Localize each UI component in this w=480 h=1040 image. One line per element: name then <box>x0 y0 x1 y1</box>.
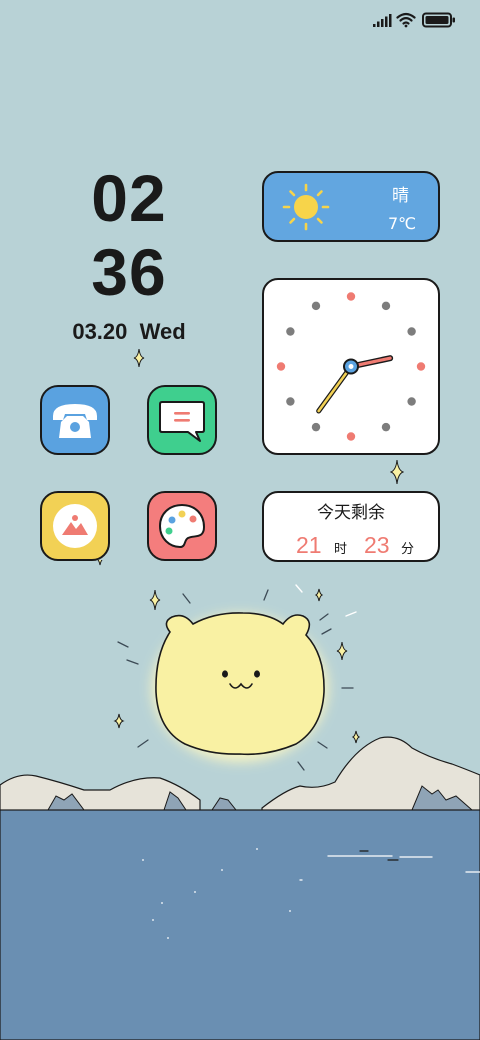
clock-hour-marker <box>381 422 391 432</box>
clock-hour-marker <box>311 422 321 432</box>
countdown-hours-unit: 时 <box>334 542 348 557</box>
clock-hour-marker <box>286 397 295 406</box>
countdown-minutes-unit: 分 <box>401 542 415 557</box>
weather-temperature: 7℃ <box>388 214 417 233</box>
clock-hour[interactable]: 02 <box>40 165 218 231</box>
battery-icon <box>422 12 455 28</box>
clock-hour-marker <box>416 362 426 371</box>
themes-app-button[interactable] <box>147 491 217 561</box>
clock-hour-marker <box>381 301 391 311</box>
date-text: 03.20 <box>72 319 128 344</box>
sparkle-decoration <box>133 348 145 368</box>
wifi-icon <box>396 12 416 28</box>
minute-hand-fill <box>317 365 353 413</box>
clock-hour-marker <box>407 327 416 336</box>
weekday-text: Wed <box>139 319 186 344</box>
analog-clock-face <box>276 292 426 441</box>
sea <box>0 809 480 1040</box>
date-display[interactable]: 03.20 Wed <box>40 319 218 345</box>
countdown-minutes: 23 <box>364 532 390 558</box>
clock-hour-marker <box>286 327 295 336</box>
sparkle-decoration <box>390 459 404 485</box>
clock-hour-marker <box>346 432 356 441</box>
phone-app-button[interactable] <box>40 385 110 455</box>
clock-hour-marker <box>407 397 416 406</box>
clock-center-dot <box>348 364 354 369</box>
bear-sun <box>155 612 325 756</box>
gallery-icon <box>53 504 97 548</box>
countdown-title: 今天剩余 <box>317 503 385 523</box>
phone-icon <box>53 404 97 438</box>
clock-hour-marker <box>311 301 321 311</box>
countdown-widget[interactable]: 今天剩余 21 时 23 分 <box>262 491 440 562</box>
clock-hour-marker <box>276 362 286 371</box>
clock-hour-marker <box>346 292 356 301</box>
sun-icon <box>282 183 330 231</box>
weather-condition: 晴 <box>392 186 409 206</box>
wallpaper-scene <box>0 560 480 1040</box>
weather-widget[interactable]: 晴 7℃ <box>262 171 440 242</box>
gallery-app-button[interactable] <box>40 491 110 561</box>
clock-minute[interactable]: 36 <box>40 239 218 305</box>
message-icon <box>159 401 205 442</box>
palette-icon <box>158 503 206 549</box>
analog-clock-widget[interactable] <box>262 278 440 455</box>
countdown-hours: 21 <box>296 532 322 558</box>
signal-icon <box>373 14 392 27</box>
status-bar <box>0 0 480 40</box>
messages-app-button[interactable] <box>147 385 217 455</box>
